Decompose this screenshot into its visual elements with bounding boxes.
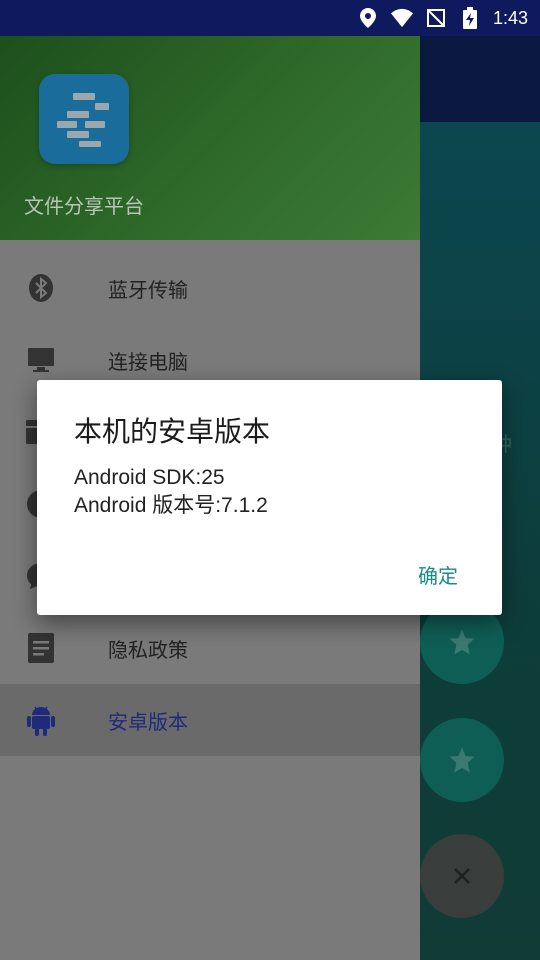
sdk-version-text: Android SDK:25	[74, 466, 225, 489]
menu-item-label: 安卓版本	[108, 709, 188, 734]
background-toolbar	[420, 36, 540, 122]
battery-charging-icon	[459, 7, 481, 29]
star-icon	[449, 629, 475, 655]
sim-no-signal-icon	[425, 7, 447, 29]
location-icon	[357, 7, 379, 29]
menu-item-privacy-policy[interactable]: 隐私政策	[0, 612, 420, 684]
menu-item-label: 蓝牙传输	[108, 277, 188, 302]
android-version-dialog: 本机的安卓版本 Android SDK:25 Android 版本号:7.1.2…	[37, 380, 502, 615]
star-fab-button-2[interactable]	[420, 718, 504, 802]
close-fab-button[interactable]	[420, 834, 504, 918]
document-icon	[26, 633, 56, 663]
status-bar: 1:43	[0, 0, 540, 36]
menu-item-bluetooth[interactable]: 蓝牙传输	[0, 252, 420, 324]
wifi-icon	[390, 7, 413, 29]
android-version-text: Android 版本号:7.1.2	[74, 494, 268, 517]
menu-item-android-version[interactable]: 安卓版本	[0, 684, 420, 756]
menu-item-label: 连接电脑	[108, 349, 188, 374]
menu-item-label: 隐私政策	[108, 637, 188, 662]
android-icon	[26, 705, 56, 736]
ok-button[interactable]: 确定	[404, 556, 472, 593]
close-icon	[454, 868, 470, 884]
app-name: 文件分享平台	[24, 194, 144, 218]
monitor-icon	[26, 345, 56, 375]
app-logo-icon	[57, 93, 109, 147]
star-icon	[449, 747, 475, 773]
drawer-header: 文件分享平台	[0, 36, 420, 240]
dialog-message: Android SDK:25 Android 版本号:7.1.2	[74, 464, 268, 520]
dialog-title: 本机的安卓版本	[74, 415, 271, 448]
bluetooth-icon	[26, 273, 56, 303]
status-time: 1:43	[492, 7, 528, 28]
app-logo	[39, 74, 129, 164]
